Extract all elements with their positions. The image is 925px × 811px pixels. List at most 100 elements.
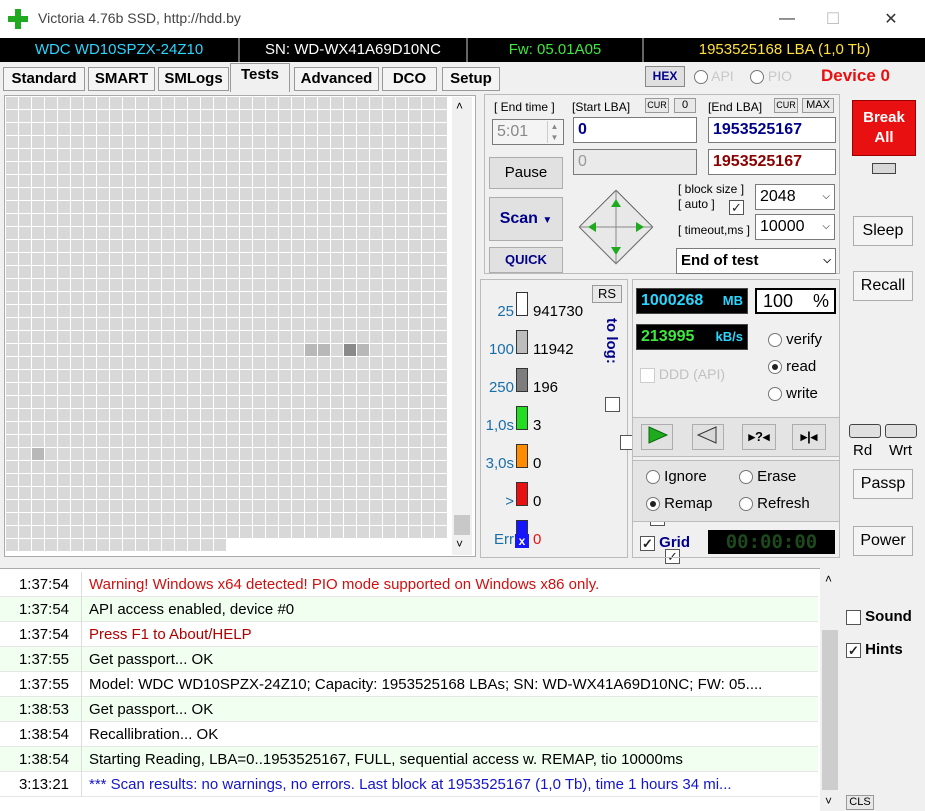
tab-advanced[interactable]: Advanced (294, 67, 379, 91)
tab-smart[interactable]: SMART (88, 67, 155, 91)
cls-button[interactable]: CLS (846, 795, 874, 810)
sound-checkbox[interactable]: Sound (846, 608, 912, 625)
tab-setup[interactable]: Setup (442, 67, 500, 91)
block-cell (97, 279, 109, 291)
break-all-button[interactable]: Break All (852, 100, 916, 156)
block-cell (383, 396, 395, 408)
refresh-radio-circle[interactable] (739, 497, 753, 512)
block-map-scrollbar[interactable]: ˄ ˅ (452, 97, 472, 555)
scan-button[interactable]: Scan ▼ (489, 197, 563, 241)
block-cell (84, 318, 96, 330)
end-cur-button[interactable]: CUR (774, 98, 798, 113)
tab-standard[interactable]: Standard (3, 67, 85, 91)
block-cell (58, 409, 70, 421)
block-cell (149, 474, 161, 486)
recall-button[interactable]: Recall (853, 271, 913, 301)
block-cell (97, 227, 109, 239)
power-button[interactable]: Power (853, 526, 913, 556)
write-radio[interactable]: write (768, 385, 818, 402)
elapsed-timer: 00:00:00 (708, 530, 835, 554)
maximize-button[interactable]: ☐ (810, 0, 856, 38)
write-radio-circle[interactable] (768, 387, 782, 402)
pio-radio-circle[interactable] (750, 70, 764, 85)
block-cell (175, 331, 187, 343)
block-cell (331, 513, 343, 525)
block-size-select[interactable]: 2048 ⌵ (755, 184, 835, 210)
quick-button[interactable]: QUICK (489, 247, 563, 273)
api-radio[interactable]: API (694, 68, 734, 85)
tab-smlogs[interactable]: SMLogs (158, 67, 229, 91)
butterfly-button[interactable]: ▸|◂ (792, 424, 826, 450)
rs-button[interactable]: RS (592, 285, 622, 303)
random-seek-button[interactable]: ▸?◂ (742, 424, 776, 450)
remap-radio-circle[interactable] (646, 497, 660, 512)
block-cell (435, 266, 447, 278)
sound-checkbox-box[interactable] (846, 609, 861, 625)
start-zero-button[interactable]: 0 (674, 98, 696, 113)
pio-radio[interactable]: PIO (750, 68, 792, 85)
ignore-radio[interactable]: Ignore (646, 468, 707, 485)
erase-radio[interactable]: Erase (739, 468, 796, 485)
block-cell (84, 175, 96, 187)
ddd-api-checkbox[interactable]: DDD (API) (640, 366, 725, 383)
end-action-select[interactable]: End of test ⌵ (676, 248, 836, 274)
refresh-radio[interactable]: Refresh (739, 495, 810, 512)
read-radio-circle[interactable] (768, 360, 782, 375)
auto-checkbox[interactable]: ✓ (729, 199, 744, 215)
scroll-thumb[interactable] (454, 515, 470, 535)
block-cell (357, 409, 369, 421)
verify-radio[interactable]: verify (768, 331, 822, 348)
scroll-up-icon[interactable]: ˄ (825, 572, 832, 586)
scroll-down-icon[interactable]: ˅ (456, 537, 463, 551)
block-cell (422, 240, 434, 252)
current-lba-display: 0 (573, 149, 697, 175)
direction-pad[interactable] (574, 185, 658, 269)
block-cell (409, 201, 421, 213)
ddd-checkbox-box[interactable] (640, 367, 655, 383)
block-cell (422, 331, 434, 343)
block-cell (188, 513, 200, 525)
hex-button[interactable]: HEX (645, 66, 685, 87)
ignore-radio-circle[interactable] (646, 470, 660, 485)
log-scrollbar[interactable]: ˄ ˅ (820, 568, 840, 811)
end-time-spinner-icon[interactable]: ▲ ▼ (547, 121, 561, 143)
sleep-button[interactable]: Sleep (853, 216, 913, 246)
tab-tests[interactable]: Tests (230, 63, 290, 92)
pause-button[interactable]: Pause (489, 157, 563, 189)
read-radio[interactable]: read (768, 358, 816, 375)
start-lba-input[interactable]: 0 (573, 117, 697, 143)
end-lba-input[interactable]: 1953525167 (708, 117, 836, 143)
api-radio-circle[interactable] (694, 70, 708, 85)
close-button[interactable]: ✕ (868, 0, 914, 38)
stats-log-checkbox[interactable] (605, 396, 620, 412)
tab-dco[interactable]: DCO (382, 67, 437, 91)
play-button[interactable] (641, 424, 673, 450)
block-cell (409, 461, 421, 473)
hints-checkbox[interactable]: ✓ Hints (846, 641, 903, 658)
block-cell (6, 435, 18, 447)
verify-radio-circle[interactable] (768, 333, 782, 348)
minimize-button[interactable]: — (764, 0, 810, 38)
grid-checkbox-box[interactable]: ✓ (640, 535, 655, 551)
grid-checkbox[interactable]: ✓ Grid (640, 534, 690, 551)
scroll-up-icon[interactable]: ˄ (456, 99, 463, 113)
remap-radio[interactable]: Remap (646, 495, 713, 512)
timeout-select[interactable]: 10000 ⌵ (755, 214, 835, 240)
log-scroll-thumb[interactable] (822, 630, 838, 790)
block-cell (266, 331, 278, 343)
passp-button[interactable]: Passp (853, 469, 913, 499)
end-time-field[interactable]: 5:01 ▲ ▼ (492, 119, 564, 145)
hints-checkbox-box[interactable]: ✓ (846, 642, 861, 658)
block-cell (266, 461, 278, 473)
stats-count: 11942 (533, 341, 574, 358)
scroll-down-icon[interactable]: ˅ (825, 794, 832, 808)
erase-radio-circle[interactable] (739, 470, 753, 485)
block-cell (32, 214, 44, 226)
reverse-button[interactable] (692, 424, 724, 450)
end-max-button[interactable]: MAX (802, 98, 834, 113)
start-cur-button[interactable]: CUR (645, 98, 669, 113)
block-cell (331, 292, 343, 304)
block-cell (97, 110, 109, 122)
block-cell (45, 370, 57, 382)
block-cell (227, 318, 239, 330)
